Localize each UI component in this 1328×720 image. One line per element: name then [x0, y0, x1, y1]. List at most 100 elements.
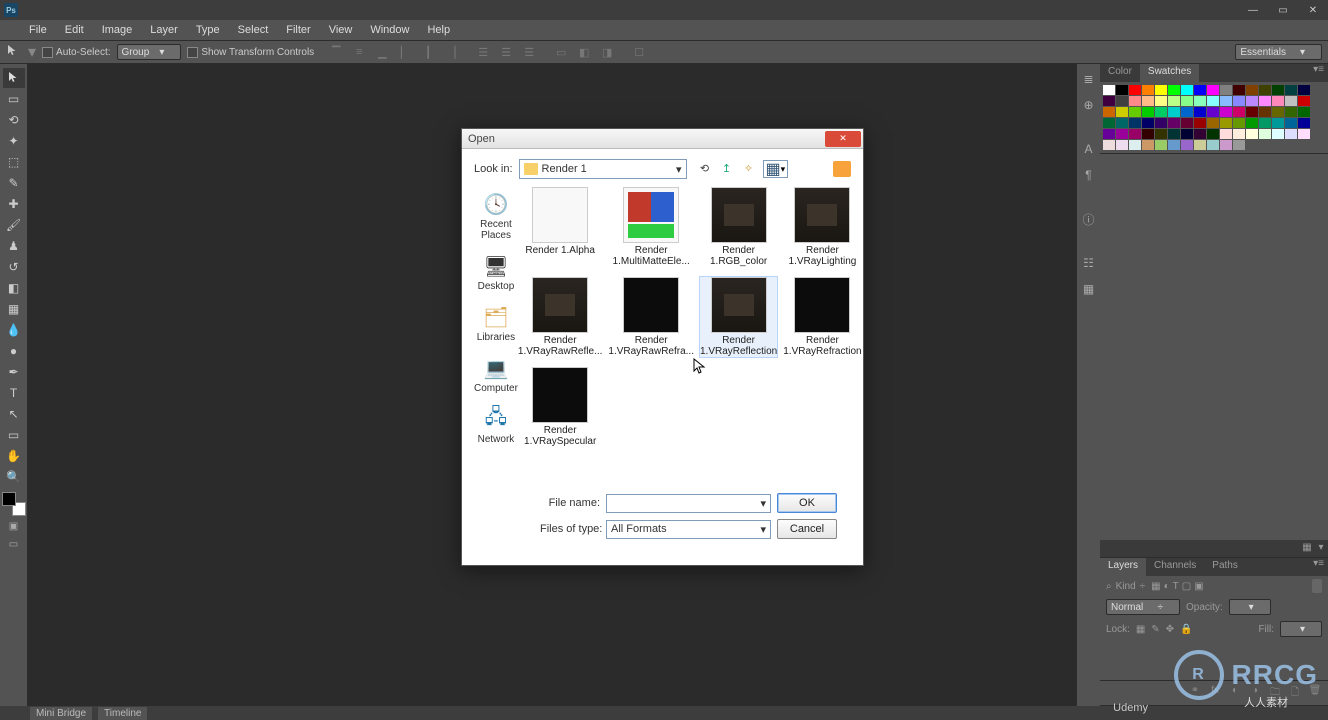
swatch[interactable]	[1298, 85, 1310, 95]
stamp-tool[interactable]: ♟	[3, 236, 25, 256]
swatch[interactable]	[1142, 118, 1154, 128]
menu-edit[interactable]: Edit	[56, 22, 93, 38]
actions-icon[interactable]: ▦	[1080, 280, 1098, 298]
swatch[interactable]	[1220, 129, 1232, 139]
brush-tool[interactable]: 🖌	[3, 215, 25, 235]
file-item[interactable]: Render 1.VRaySpecular	[518, 367, 602, 447]
info-icon[interactable]: ⓘ	[1080, 210, 1098, 228]
filename-input[interactable]: ▾	[606, 494, 771, 513]
file-item[interactable]: Render 1.VRayRefraction	[783, 277, 861, 357]
dodge-tool[interactable]: ●	[3, 341, 25, 361]
align-bottom-icon[interactable]: ▁	[372, 42, 392, 62]
swatch[interactable]	[1181, 140, 1193, 150]
history-brush-tool[interactable]: ↺	[3, 257, 25, 277]
pen-tool[interactable]: ✒	[3, 362, 25, 382]
menu-select[interactable]: Select	[229, 22, 278, 38]
swatch[interactable]	[1181, 129, 1193, 139]
swatch[interactable]	[1142, 96, 1154, 106]
menu-view[interactable]: View	[320, 22, 362, 38]
menu-type[interactable]: Type	[187, 22, 229, 38]
swatch[interactable]	[1285, 107, 1297, 117]
wand-tool[interactable]: ✦	[3, 131, 25, 151]
file-item[interactable]: Render 1.MultiMatteEle...	[608, 187, 694, 267]
swatch[interactable]	[1207, 118, 1219, 128]
swatch[interactable]	[1129, 118, 1141, 128]
swatch[interactable]	[1272, 107, 1284, 117]
file-item[interactable]: Render 1.Alpha	[518, 187, 602, 267]
align-vcenter-icon[interactable]: ≡	[349, 42, 369, 62]
swatch[interactable]	[1142, 107, 1154, 117]
swatch[interactable]	[1103, 140, 1115, 150]
quick-mask-icon[interactable]: ▣	[4, 521, 24, 537]
lookin-dropdown[interactable]: Render 1 ▾	[519, 159, 687, 179]
swatch[interactable]	[1246, 96, 1258, 106]
layer-filter-kind[interactable]: ⌕Kind÷	[1106, 581, 1145, 592]
cancel-button[interactable]: Cancel	[777, 519, 837, 539]
swatch[interactable]	[1129, 96, 1141, 106]
swatch[interactable]	[1298, 107, 1310, 117]
move-tool[interactable]	[3, 68, 25, 88]
swatch[interactable]	[1194, 140, 1206, 150]
history-icon[interactable]: ≣	[1080, 70, 1098, 88]
swatch[interactable]	[1259, 85, 1271, 95]
swatch[interactable]	[1129, 140, 1141, 150]
swatch[interactable]	[1285, 129, 1297, 139]
swatch[interactable]	[1233, 140, 1245, 150]
swatch[interactable]	[1194, 96, 1206, 106]
fill-input[interactable]: ▾	[1280, 621, 1322, 637]
swatch[interactable]	[1246, 129, 1258, 139]
dialog-close-button[interactable]: ✕	[825, 131, 861, 147]
swatch[interactable]	[1181, 85, 1193, 95]
minibridge-tab[interactable]: Mini Bridge	[30, 707, 92, 720]
swatch[interactable]	[1116, 118, 1128, 128]
filter-shape-icon[interactable]: ▢	[1182, 581, 1191, 592]
place-computer[interactable]: 💻 Computer	[474, 355, 518, 394]
arrange-right-icon[interactable]: ◨	[597, 42, 617, 62]
color-tab[interactable]: Color	[1100, 64, 1140, 82]
file-browser[interactable]: Render 1.AlphaRender 1.MultiMatteEle... R…	[518, 187, 864, 487]
swatch[interactable]	[1233, 118, 1245, 128]
swatch[interactable]	[1181, 107, 1193, 117]
swatch[interactable]	[1220, 107, 1232, 117]
swatch[interactable]	[1285, 96, 1297, 106]
swatch[interactable]	[1142, 85, 1154, 95]
swatch[interactable]	[1116, 96, 1128, 106]
place-network[interactable]: 🖧 Network	[478, 406, 515, 445]
swatch[interactable]	[1272, 118, 1284, 128]
swatch[interactable]	[1168, 96, 1180, 106]
swatch[interactable]	[1103, 85, 1115, 95]
swatch[interactable]	[1220, 85, 1232, 95]
swatch[interactable]	[1233, 129, 1245, 139]
arrange-docs-icon[interactable]: ▦	[1300, 540, 1314, 554]
swatches-tab[interactable]: Swatches	[1140, 64, 1199, 82]
swatch[interactable]	[1194, 129, 1206, 139]
swatch[interactable]	[1168, 129, 1180, 139]
swatch[interactable]	[1155, 129, 1167, 139]
file-item[interactable]: Render 1.VRayRawRefra...	[608, 277, 694, 357]
distribute-vcenter-icon[interactable]: ☰	[496, 42, 516, 62]
healing-tool[interactable]: ✚	[3, 194, 25, 214]
window-restore-button[interactable]: ▭	[1268, 0, 1298, 20]
panel-collapse-icon[interactable]: ▾	[1314, 540, 1328, 554]
adobe-dialog-icon[interactable]	[833, 161, 851, 177]
paragraph-icon[interactable]: ¶	[1080, 166, 1098, 184]
blur-tool[interactable]: 💧	[3, 320, 25, 340]
file-item[interactable]: Render 1.VRayLighting	[783, 187, 861, 267]
swatch[interactable]	[1168, 85, 1180, 95]
swatch[interactable]	[1298, 118, 1310, 128]
swatch[interactable]	[1103, 129, 1115, 139]
filter-adjust-icon[interactable]: ◐	[1164, 581, 1170, 592]
adjustments-icon[interactable]: ⊕	[1080, 96, 1098, 114]
swatches-grid[interactable]	[1100, 82, 1328, 153]
crop-tool[interactable]: ⬚	[3, 152, 25, 172]
swatch[interactable]	[1116, 107, 1128, 117]
align-right-icon[interactable]: ▕	[441, 42, 461, 62]
foreground-background-colors[interactable]	[2, 492, 26, 516]
dialog-titlebar[interactable]: Open ✕	[462, 129, 863, 149]
3d-mode-icon[interactable]: ☐	[629, 42, 649, 62]
swatch[interactable]	[1155, 107, 1167, 117]
menu-filter[interactable]: Filter	[277, 22, 319, 38]
swatch[interactable]	[1207, 85, 1219, 95]
auto-select-checkbox[interactable]: Auto-Select:	[42, 47, 110, 58]
panel-menu-icon[interactable]: ▾≡	[1309, 64, 1328, 82]
